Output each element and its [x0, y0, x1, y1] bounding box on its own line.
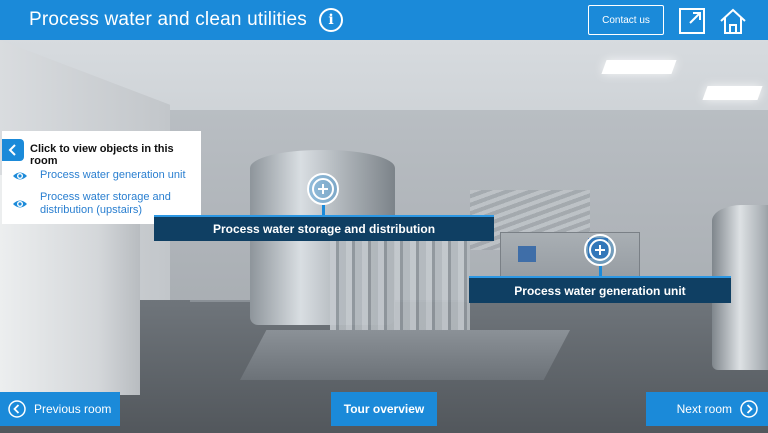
ceiling-light — [601, 60, 677, 74]
panel-item-label: Process water storage and distribution (… — [40, 191, 171, 216]
page-title: Process water and clean utilities — [29, 9, 308, 30]
next-room-label: Next room — [676, 402, 732, 416]
plus-circle-icon — [312, 178, 334, 200]
header-bar: Process water and clean utilities i Cont… — [0, 0, 768, 40]
ceiling-light — [702, 86, 763, 100]
panel-item-generation-unit[interactable]: Process water generation unit — [12, 169, 186, 183]
contact-us-button[interactable]: Contact us — [588, 5, 664, 35]
object-label-storage-distribution[interactable]: Process water storage and distribution — [154, 215, 494, 241]
panel-item-label: Process water generation unit — [40, 169, 186, 181]
panel-title: Click to view objects in this room — [30, 143, 174, 167]
arrow-left-circle-icon — [8, 400, 26, 418]
fullscreen-icon[interactable] — [678, 7, 706, 35]
home-icon[interactable] — [718, 6, 748, 36]
eye-icon — [13, 200, 27, 208]
eye-icon — [13, 172, 27, 180]
arrow-right-circle-icon — [740, 400, 758, 418]
info-icon[interactable]: i — [319, 8, 344, 32]
room-objects-panel: Click to view objects in this room Proce… — [2, 131, 201, 224]
next-room-button[interactable]: Next room — [646, 392, 768, 426]
control-screen — [518, 246, 536, 262]
floor-platform — [240, 330, 570, 380]
previous-room-button[interactable]: Previous room — [0, 392, 120, 426]
hotspot-storage-distribution[interactable] — [307, 173, 339, 205]
tour-overview-button[interactable]: Tour overview — [331, 392, 437, 426]
previous-room-label: Previous room — [34, 402, 112, 416]
chevron-left-icon[interactable] — [2, 139, 24, 161]
object-label-generation-unit[interactable]: Process water generation unit — [469, 276, 731, 303]
plus-circle-icon — [589, 239, 611, 261]
panel-item-storage-distribution[interactable]: Process water storage and distribution (… — [12, 191, 192, 217]
hotspot-generation-unit[interactable] — [584, 234, 616, 266]
